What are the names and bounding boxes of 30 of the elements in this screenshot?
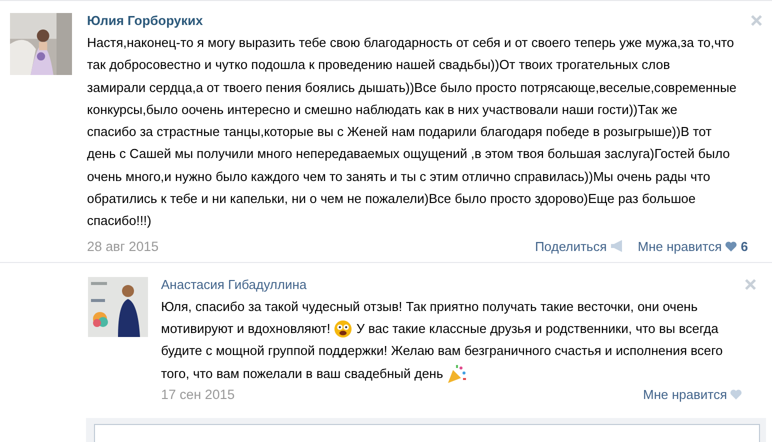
close-icon[interactable] [751, 15, 762, 26]
emoji-icon [334, 320, 352, 338]
comment-text: того, что вам пожелали в ваш свадебный день [161, 364, 444, 383]
input-field[interactable] [94, 424, 760, 442]
close-icon[interactable] [745, 278, 756, 290]
party-popper-icon [447, 364, 468, 384]
like-count: 6 [740, 238, 748, 254]
comment-text: очень много,и нужно было каждого чем то занять и ты с этим отлично справилась))Мы очень рады что [87, 168, 710, 186]
comment-text: Юля, спасибо за такой чудесный отзыв! Так приятно получать такие весточки, они очень [161, 298, 698, 316]
heart-icon [730, 388, 742, 400]
comment-text: день с Сашей мы получили много непередаваемых ощущений ,в этом твоя большая заслуга)Гостей было [87, 145, 730, 164]
comment-text: Настя,наконец-то я могу выразить тебе свою благодарность от себя и от своего теперь уже мужа,за то,что [87, 34, 734, 52]
comment-text: мотивируют и вдохновляют! [161, 320, 330, 338]
comment-text: конкурсы,было оочень интересно и смешно наблюдать как в них участвовали наши гости))Так же [87, 100, 678, 119]
share-link[interactable]: Поделиться [534, 238, 624, 254]
heart-icon [724, 240, 737, 252]
author-name[interactable]: Анастасия Гибадуллина [161, 276, 307, 293]
like-link[interactable]: Мне нравится [642, 386, 742, 402]
comment-date: 17 сен 2015 [161, 386, 236, 402]
comment-text: обратились к тебе и ни капельки, ни о чем не пожалели)Все было просто здорово)Еще раз большое [87, 190, 696, 208]
comment-text: У вас такие классные друзья и родственники, что вы всегда [356, 320, 718, 338]
comment-text: спасибо!!!) [87, 212, 152, 230]
comment-text: замирали сердца,а от твоего пения боялись дышать))Все было просто потрясающе,веселые,современные [87, 78, 737, 97]
like-link[interactable]: Мне нравится [638, 238, 737, 254]
comment-text: так добросовестно и чутко подошла к проведению нашей свадьбы))От твоих трогательных слов [87, 56, 670, 74]
megaphone-icon [610, 240, 624, 252]
comment-text: спасибо за страстные танцы,которые вы с Женей нам подарили благодаря победе в розыгрыше))В тот [87, 123, 712, 142]
comment-text: будите с мощной группой поддержки! Желаю вам безграничного счастья и исполнения всего [161, 342, 723, 360]
author-name[interactable]: Юлия Горборуких [87, 13, 203, 29]
comment-date: 28 авг 2015 [87, 238, 160, 254]
